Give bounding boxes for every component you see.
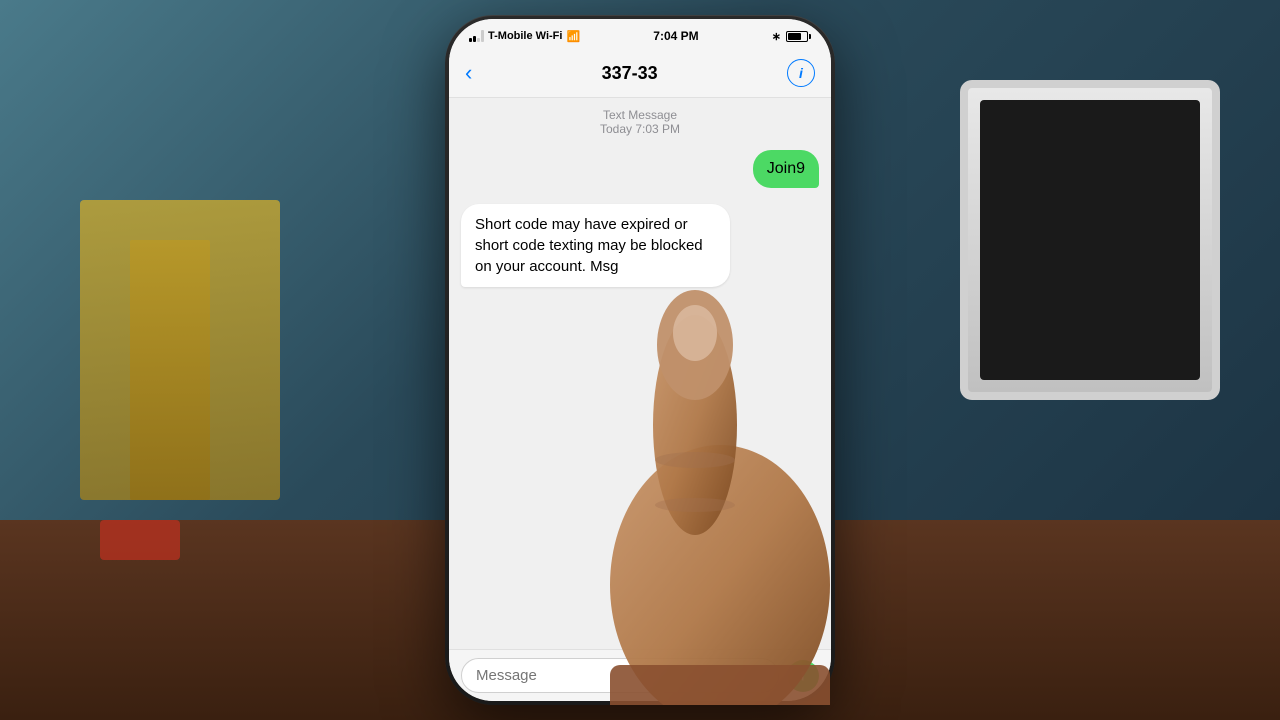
signal-icon bbox=[469, 30, 484, 42]
bg-red-object bbox=[100, 520, 180, 560]
bluetooth-icon: ∗ bbox=[772, 30, 781, 43]
battery-body bbox=[786, 31, 808, 42]
received-message-row: Short code may have expired or short cod… bbox=[449, 200, 831, 291]
battery-fill bbox=[788, 33, 802, 40]
received-bubble: Short code may have expired or short cod… bbox=[461, 204, 730, 287]
back-button[interactable]: ‹ bbox=[465, 60, 472, 86]
hand-overlay bbox=[550, 285, 850, 705]
battery-indicator bbox=[786, 31, 811, 42]
bg-cylinder-2 bbox=[130, 240, 210, 500]
status-left: T-Mobile Wi-Fi 📶 bbox=[469, 30, 580, 43]
nav-bar: ‹ 337-33 i bbox=[449, 51, 831, 98]
info-icon-label: i bbox=[799, 65, 803, 81]
bg-frame bbox=[960, 80, 1220, 400]
signal-bar-2 bbox=[473, 36, 476, 42]
sent-message-row: Join9 bbox=[449, 146, 831, 192]
timestamp-time: Today 7:03 PM bbox=[449, 122, 831, 136]
bg-screen bbox=[980, 100, 1200, 380]
sent-bubble: Join9 bbox=[753, 150, 819, 188]
info-button[interactable]: i bbox=[787, 59, 815, 87]
battery-tip bbox=[809, 34, 811, 39]
phone-wrapper: T-Mobile Wi-Fi 📶 7:04 PM ∗ bbox=[445, 15, 835, 705]
conversation-title: 337-33 bbox=[602, 63, 658, 84]
status-right: ∗ bbox=[772, 30, 811, 43]
carrier-label: T-Mobile Wi-Fi bbox=[488, 30, 562, 42]
scene: T-Mobile Wi-Fi 📶 7:04 PM ∗ bbox=[0, 0, 1280, 720]
hand-svg bbox=[550, 285, 850, 705]
signal-bar-1 bbox=[469, 38, 472, 42]
timestamp-label: Text Message bbox=[449, 108, 831, 122]
message-timestamp: Text Message Today 7:03 PM bbox=[449, 108, 831, 136]
signal-bar-3 bbox=[477, 38, 480, 42]
wifi-icon: 📶 bbox=[566, 30, 580, 43]
status-bar: T-Mobile Wi-Fi 📶 7:04 PM ∗ bbox=[449, 19, 831, 51]
status-time: 7:04 PM bbox=[653, 29, 698, 43]
signal-bar-4 bbox=[481, 30, 484, 42]
